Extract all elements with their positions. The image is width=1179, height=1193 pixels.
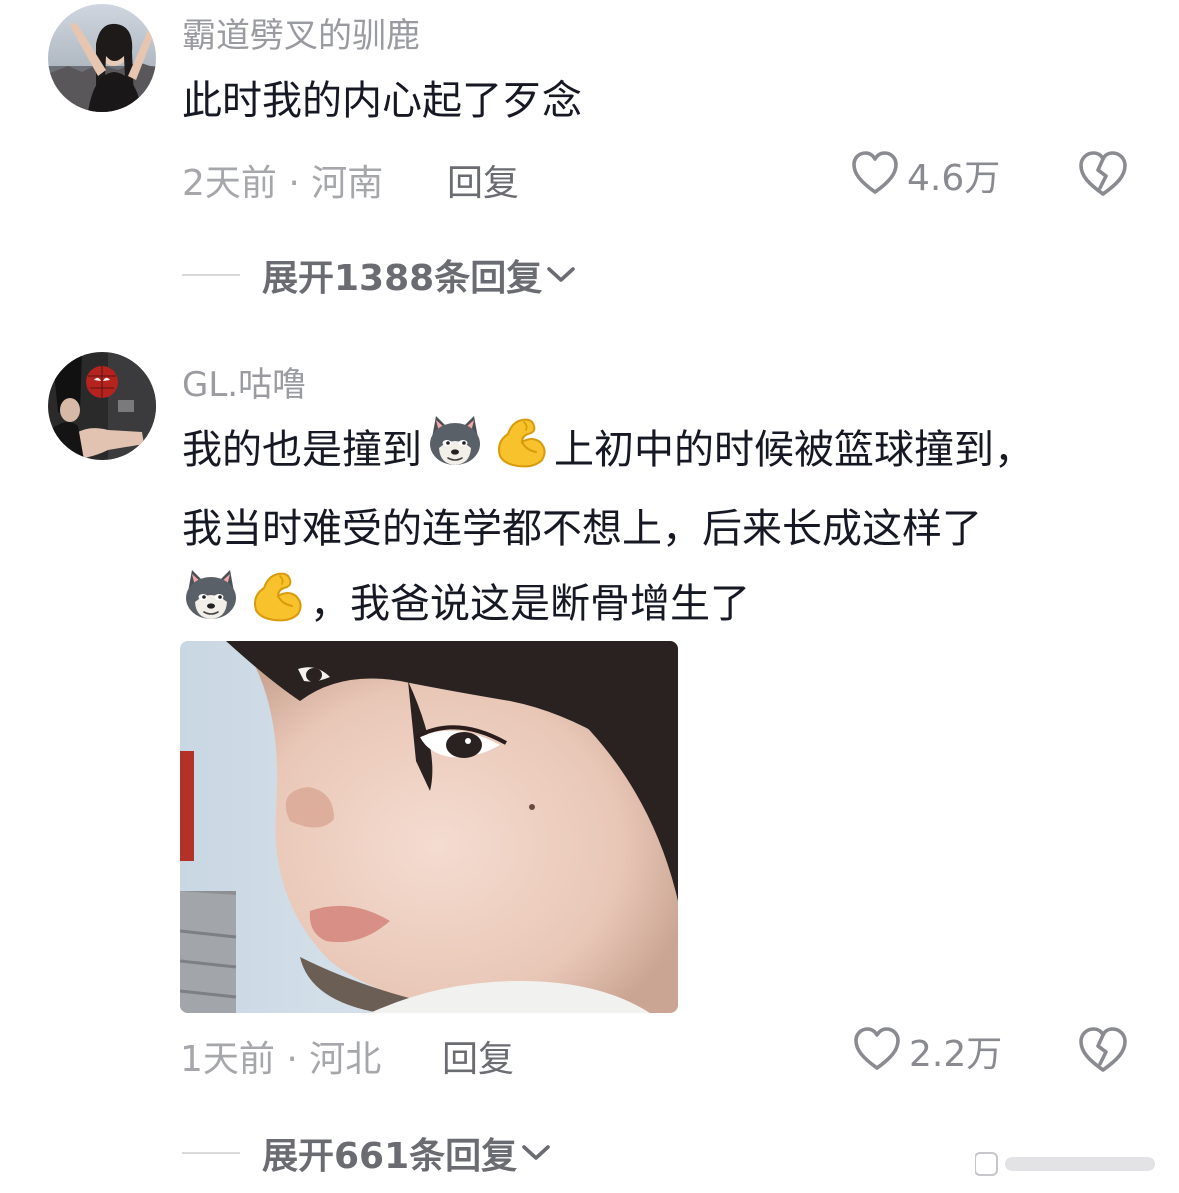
reply-button[interactable]: 回复	[442, 1030, 514, 1082]
like-count: 2.2万	[909, 1034, 1003, 1075]
comment-text: 我的也是撞到 上初中的时候被篮球撞到， 我当时难受的连学都不想上，后来长成这样了…	[182, 412, 1034, 646]
comment-time-location: 1天前 · 河北	[180, 1039, 382, 1080]
comment-text-segment: 上初中的时候被篮球撞到，	[554, 427, 1034, 473]
expand-replies-label: 展开661条回复	[262, 1136, 518, 1177]
flexed-biceps-icon	[492, 412, 550, 492]
watermark-logo	[974, 1151, 1165, 1181]
doge-icon	[182, 566, 240, 646]
flexed-biceps-icon	[248, 566, 306, 646]
comment-text-line: 我的也是撞到 上初中的时候被篮球撞到，	[182, 412, 1034, 492]
broken-heart-icon	[1078, 1027, 1128, 1078]
dislike-button[interactable]	[1078, 1026, 1130, 1076]
comment-meta-row: 1天前 · 河北 回复 2.2万	[0, 1026, 1179, 1080]
like-button[interactable]: 2.2万	[853, 1026, 1002, 1076]
comment-username[interactable]: GL.咕噜	[182, 357, 306, 406]
doge-icon	[426, 412, 484, 492]
heart-icon	[853, 1026, 901, 1076]
divider	[182, 1152, 240, 1154]
comment-text-segment: ，我爸说这是断骨增生了	[310, 581, 750, 627]
avatar[interactable]	[48, 352, 156, 460]
expand-replies-button[interactable]: 展开661条回复	[262, 1128, 551, 1178]
comment-item: GL.咕噜 我的也是撞到 上初中的时候被篮球撞到， 我当时难受的连学都不想上，后…	[0, 0, 1179, 1193]
comment-text-segment: 我的也是撞到	[182, 427, 422, 473]
comment-image[interactable]	[180, 641, 678, 1013]
comment-text-line: ，我爸说这是断骨增生了	[182, 566, 1034, 646]
chevron-down-icon	[521, 1143, 551, 1163]
comment-text-line: 我当时难受的连学都不想上，后来长成这样了	[182, 506, 982, 552]
